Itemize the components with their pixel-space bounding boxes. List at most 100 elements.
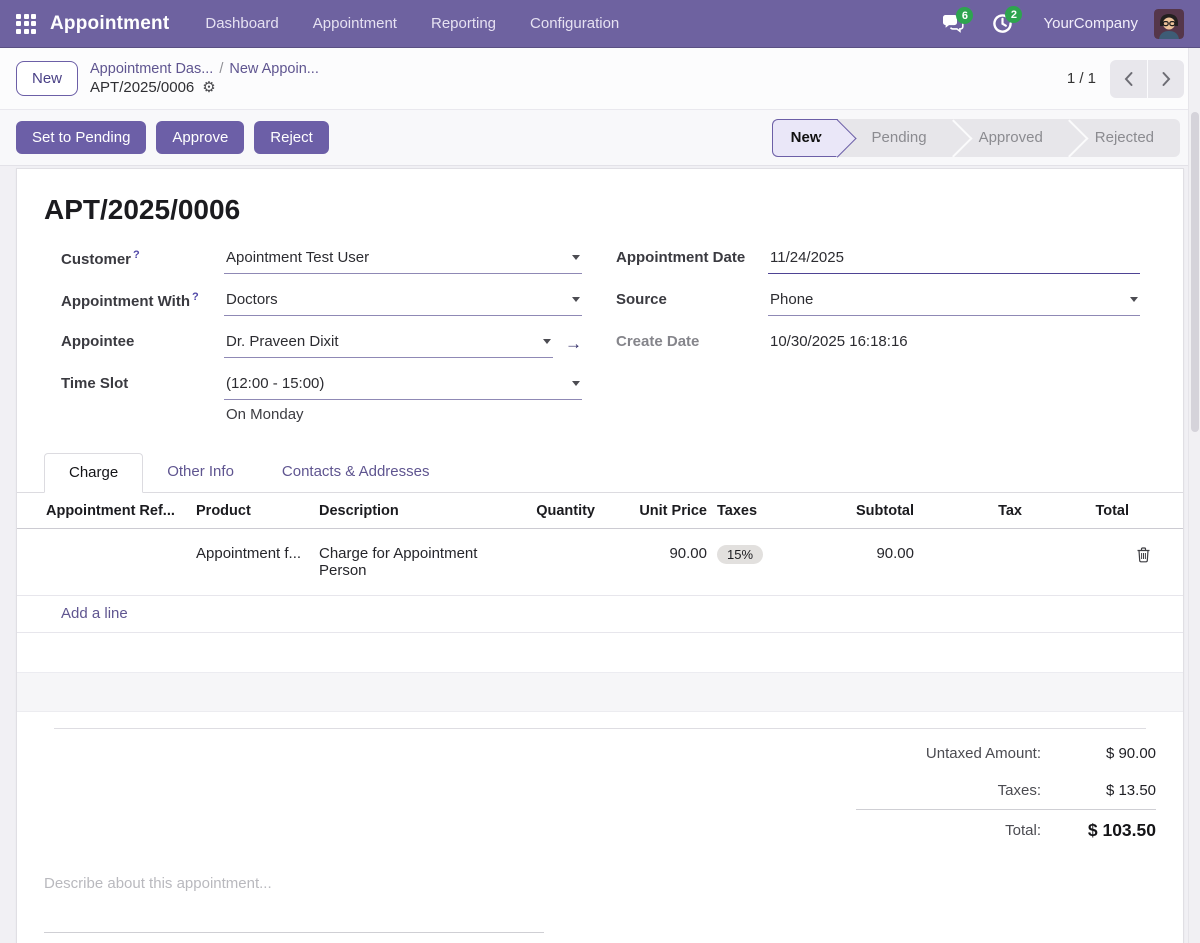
nav-item-configuration[interactable]: Configuration (530, 15, 619, 32)
field-row-appointee: Appointee Dr. Praveen Dixit → (61, 329, 582, 371)
appointment-date-value: 11/24/2025 (770, 249, 844, 266)
untaxed-amount-value: $ 90.00 (1105, 745, 1156, 762)
field-group-right: Appointment Date 11/24/2025 Source Phone (616, 245, 1140, 423)
line-items-header: Appointment Ref... Product Description Q… (17, 493, 1183, 529)
add-a-line-link[interactable]: Add a line (61, 605, 128, 622)
approve-button[interactable]: Approve (156, 121, 245, 154)
source-value: Phone (770, 291, 814, 308)
cell-tax[interactable] (916, 535, 1024, 555)
list-footer-band (17, 673, 1183, 712)
notebook: Charge Other Info Contacts & Addresses A… (17, 453, 1183, 712)
app-name[interactable]: Appointment (50, 13, 169, 35)
breadcrumb-separator: / (219, 61, 224, 77)
new-button[interactable]: New (16, 61, 79, 96)
status-pipeline: New Pending Approved Rejected (771, 118, 1180, 157)
content-area: APT/2025/0006 Customer? Apointment Test … (0, 166, 1200, 943)
description-area (44, 873, 1156, 937)
gear-icon[interactable]: ⚙ (202, 78, 215, 96)
help-icon: ? (133, 249, 140, 261)
col-total: Total (1095, 503, 1129, 519)
status-step-new[interactable]: New (771, 118, 838, 157)
internal-link-icon[interactable]: → (565, 335, 582, 352)
activities-icon[interactable]: 2 (992, 6, 1023, 34)
untaxed-amount-row: Untaxed Amount: $ 90.00 (926, 735, 1156, 772)
description-input[interactable] (44, 873, 544, 933)
field-row-customer: Customer? Apointment Test User (61, 245, 582, 287)
field-row-source: Source Phone (616, 287, 1140, 329)
col-subtotal: Subtotal (856, 503, 914, 519)
cell-quantity[interactable] (502, 535, 597, 555)
appointment-date-field[interactable]: 11/24/2025 (768, 245, 1140, 274)
field-row-create-date: Create Date 10/30/2025 16:18:16 (616, 329, 1140, 371)
control-panel: New Appointment Das... / New Appoin... APT… (0, 48, 1200, 110)
appointment-with-field[interactable]: Doctors (224, 287, 582, 316)
field-row-time-slot: Time Slot (12:00 - 15:00) On Monday (61, 371, 582, 423)
breadcrumb-link-dashboard[interactable]: Appointment Das... (90, 61, 213, 77)
untaxed-amount-label: Untaxed Amount: (925, 745, 1041, 762)
cell-unit-price[interactable]: 90.00 (597, 535, 709, 572)
scrollbar-thumb[interactable] (1191, 112, 1199, 432)
set-to-pending-button[interactable]: Set to Pending (16, 121, 147, 154)
customer-label: Customer? (61, 249, 140, 268)
reject-button[interactable]: Reject (254, 121, 329, 154)
tab-bar: Charge Other Info Contacts & Addresses (17, 453, 1183, 493)
status-step-rejected[interactable]: Rejected (1069, 119, 1180, 157)
tab-charge[interactable]: Charge (44, 453, 144, 493)
pager: 1 / 1 (1067, 59, 1184, 98)
total-value: $ 103.50 (1087, 820, 1156, 840)
table-row[interactable]: Appointment f... Charge for Appointment … (17, 529, 1183, 596)
caret-down-icon[interactable] (572, 297, 580, 302)
company-switcher[interactable]: YourCompany (1043, 15, 1138, 32)
nav-item-reporting[interactable]: Reporting (431, 15, 496, 32)
pager-next-button[interactable] (1147, 59, 1184, 98)
caret-down-icon[interactable] (543, 339, 551, 344)
col-product: Product (196, 503, 251, 519)
caret-down-icon[interactable] (572, 255, 580, 260)
cell-taxes[interactable]: 15% (709, 535, 804, 574)
cell-description[interactable]: Charge for Appointment Person (317, 535, 502, 589)
create-date-label: Create Date (616, 333, 700, 350)
appointee-field[interactable]: Dr. Praveen Dixit (224, 329, 553, 358)
pager-previous-button[interactable] (1110, 60, 1147, 98)
field-group-left: Customer? Apointment Test User Appointme… (61, 245, 582, 423)
source-field[interactable]: Phone (768, 287, 1140, 316)
help-icon: ? (192, 291, 199, 303)
navbar-right: 6 2 YourCompany (914, 6, 1184, 39)
form-sheet: APT/2025/0006 Customer? Apointment Test … (16, 168, 1184, 943)
tab-other-info[interactable]: Other Info (143, 453, 258, 492)
customer-field[interactable]: Apointment Test User (224, 245, 582, 274)
cell-appointment-ref[interactable] (44, 535, 194, 555)
top-navbar: Appointment Dashboard Appointment Report… (0, 0, 1200, 48)
col-tax: Tax (998, 503, 1022, 519)
field-row-appointment-date: Appointment Date 11/24/2025 (616, 245, 1140, 287)
field-row-appointment-with: Appointment With? Doctors (61, 287, 582, 329)
time-slot-field[interactable]: (12:00 - 15:00) (224, 371, 582, 400)
nav-item-appointment[interactable]: Appointment (313, 15, 397, 32)
tab-contacts-addresses[interactable]: Contacts & Addresses (258, 453, 454, 492)
add-a-line-row: Add a line (17, 596, 1183, 633)
time-slot-value: (12:00 - 15:00) (226, 375, 325, 392)
taxes-value: $ 13.50 (1105, 782, 1156, 799)
caret-down-icon[interactable] (572, 381, 580, 386)
breadcrumb-current: APT/2025/0006 (90, 78, 195, 96)
tax-badge: 15% (717, 545, 764, 564)
customer-value: Apointment Test User (226, 249, 370, 266)
create-date-value: 10/30/2025 16:18:16 (770, 333, 908, 350)
nav-item-dashboard[interactable]: Dashboard (205, 15, 278, 32)
appointee-label: Appointee (61, 333, 135, 350)
empty-row[interactable] (17, 633, 1183, 673)
col-description: Description (319, 503, 399, 519)
col-unit-price: Unit Price (639, 503, 707, 519)
caret-down-icon[interactable] (1130, 297, 1138, 302)
messages-icon[interactable]: 6 (942, 7, 974, 33)
cell-subtotal: 90.00 (876, 545, 914, 562)
messages-badge: 6 (956, 7, 974, 24)
col-taxes: Taxes (717, 503, 758, 519)
user-avatar[interactable] (1154, 8, 1184, 39)
cell-product[interactable]: Appointment f... (194, 535, 317, 572)
breadcrumb-link-new-appointment[interactable]: New Appoin... (229, 61, 318, 77)
apps-grid-icon[interactable] (16, 13, 36, 34)
taxes-row: Taxes: $ 13.50 (998, 772, 1156, 809)
form-statusbar: Set to Pending Approve Reject New Pendin… (0, 110, 1200, 166)
trash-icon[interactable] (1131, 535, 1156, 563)
